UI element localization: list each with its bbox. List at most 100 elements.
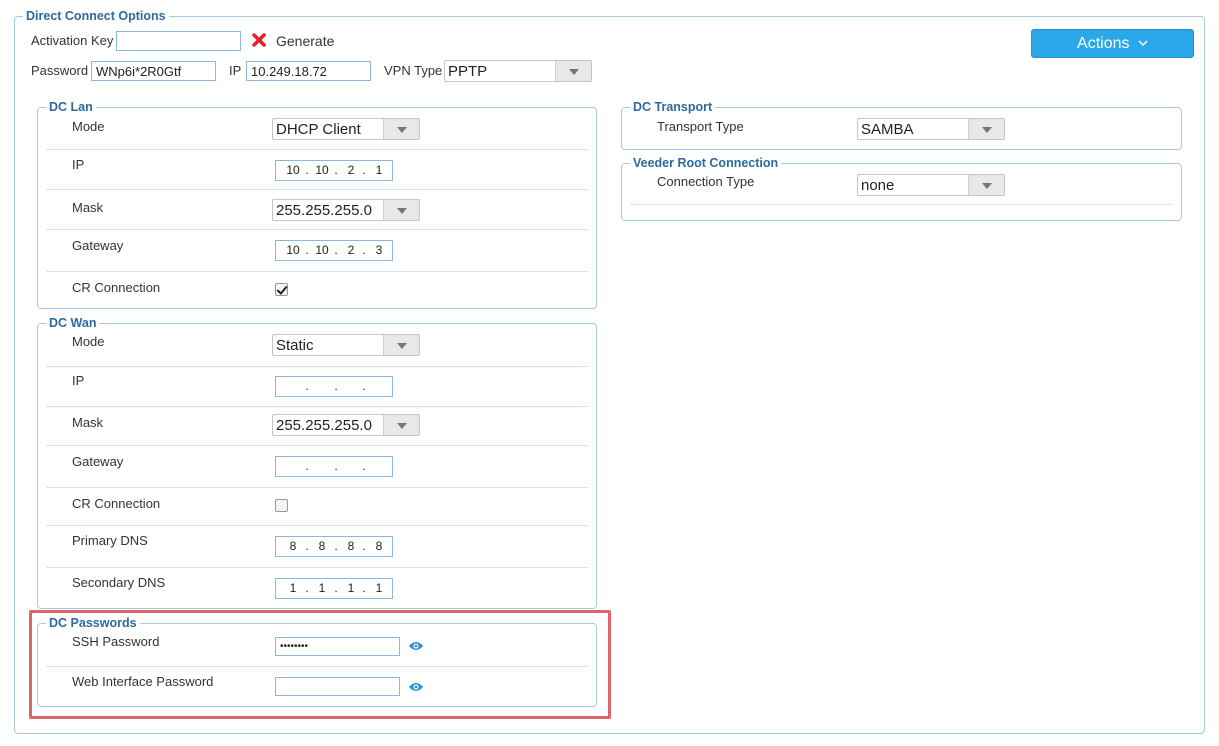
ip-octet: 1 <box>375 163 383 177</box>
dot: . <box>305 243 309 257</box>
generate-button[interactable]: Generate <box>276 33 334 49</box>
chevron-down-icon <box>383 119 419 139</box>
activation-key-input[interactable] <box>116 31 241 51</box>
lan-mask-value: 255.255.255.0 <box>276 202 372 219</box>
primary-dns-input[interactable]: 8 . 8 . 8 . 8 <box>275 536 393 557</box>
vpn-type-label: VPN Type <box>384 63 443 78</box>
wan-mask-select[interactable]: 255.255.255.0 <box>272 414 420 436</box>
dot: . <box>334 379 338 393</box>
activation-key-label: Activation Key <box>31 33 114 48</box>
dot: . <box>334 163 338 177</box>
dot: . <box>305 539 309 553</box>
dot: . <box>305 459 309 473</box>
wan-ip-input[interactable]: . . . <box>275 376 393 397</box>
dot: . <box>362 539 366 553</box>
divider <box>47 366 587 367</box>
wan-mode-select[interactable]: Static <box>272 334 420 356</box>
transport-type-label: Transport Type <box>657 119 744 134</box>
dot: . <box>305 379 309 393</box>
secondary-dns-input[interactable]: 1 . 1 . 1 . 1 <box>275 578 393 599</box>
connection-type-value: none <box>861 177 895 194</box>
dot: . <box>305 163 309 177</box>
dc-wan-title: DC Wan <box>49 316 97 330</box>
dot: . <box>362 379 366 393</box>
divider <box>47 271 587 272</box>
chevron-down-icon <box>383 335 419 355</box>
lan-mask-select[interactable]: 255.255.255.0 <box>272 199 420 221</box>
primary-dns-label: Primary DNS <box>72 533 148 548</box>
chevron-down-icon <box>555 61 591 81</box>
dot: . <box>362 581 366 595</box>
divider <box>47 445 587 446</box>
ip-octet: 8 <box>375 539 383 553</box>
divider <box>47 525 587 526</box>
chevron-down-icon <box>383 415 419 435</box>
chevron-down-icon <box>968 175 1004 195</box>
connection-type-select[interactable]: none <box>857 174 1005 196</box>
ip-octet: 1 <box>375 581 383 595</box>
dc-lan-title: DC Lan <box>49 100 93 114</box>
ip-octet: 10 <box>286 243 300 257</box>
wan-mask-value: 255.255.255.0 <box>276 417 372 434</box>
ip-label: IP <box>229 63 242 78</box>
vpn-type-value: PPTP <box>448 63 488 80</box>
lan-mask-label: Mask <box>72 200 104 215</box>
wan-cr-checkbox[interactable] <box>275 499 288 512</box>
transport-type-select[interactable]: SAMBA <box>857 118 1005 140</box>
actions-button[interactable]: Actions <box>1031 29 1194 58</box>
ip-octet: 10 <box>315 163 329 177</box>
password-field[interactable] <box>91 61 216 81</box>
divider <box>47 406 587 407</box>
lan-ip-input[interactable]: 10 . 10 . 2 . 1 <box>275 160 393 181</box>
dot: . <box>305 581 309 595</box>
ip-octet: 1 <box>289 581 297 595</box>
wan-mode-label: Mode <box>72 334 105 349</box>
dot: . <box>334 243 338 257</box>
ip-octet: 2 <box>347 243 355 257</box>
dot: . <box>362 459 366 473</box>
ip-octet: 8 <box>318 539 326 553</box>
wan-mode-value: Static <box>276 337 314 354</box>
dot: . <box>334 459 338 473</box>
lan-gateway-input[interactable]: 10 . 10 . 2 . 3 <box>275 240 393 261</box>
actions-label: Actions <box>1077 35 1130 52</box>
secondary-dns-label: Secondary DNS <box>72 575 166 590</box>
ip-octet: 1 <box>347 581 355 595</box>
dot: . <box>362 243 366 257</box>
chevron-down-icon <box>1138 40 1148 47</box>
wan-cr-label: CR Connection <box>72 496 161 511</box>
dot: . <box>334 581 338 595</box>
ip-field[interactable] <box>246 61 371 81</box>
veeder-root-title: Veeder Root Connection <box>633 156 779 170</box>
ip-octet: 8 <box>289 539 297 553</box>
transport-type-value: SAMBA <box>861 121 914 138</box>
ip-octet: 10 <box>286 163 300 177</box>
divider <box>47 229 587 230</box>
panel-title: Direct Connect Options <box>26 9 166 23</box>
wan-gateway-input[interactable]: . . . <box>275 456 393 477</box>
password-label: Password <box>31 63 89 78</box>
divider <box>47 189 587 190</box>
close-icon[interactable] <box>251 32 267 48</box>
connection-type-label: Connection Type <box>657 174 755 189</box>
wan-mask-label: Mask <box>72 415 104 430</box>
lan-cr-checkbox[interactable] <box>275 283 288 296</box>
wan-gateway-label: Gateway <box>72 454 124 469</box>
lan-mode-label: Mode <box>72 119 105 134</box>
wan-ip-label: IP <box>72 373 85 388</box>
ip-octet: 3 <box>375 243 383 257</box>
lan-mode-value: DHCP Client <box>276 121 361 138</box>
lan-ip-label: IP <box>72 157 85 172</box>
chevron-down-icon <box>968 119 1004 139</box>
dot: . <box>362 163 366 177</box>
highlight-box <box>29 610 611 719</box>
vpn-type-select[interactable]: PPTP <box>444 60 592 82</box>
divider <box>631 204 1171 205</box>
chevron-down-icon <box>383 200 419 220</box>
ip-octet: 8 <box>347 539 355 553</box>
lan-mode-select[interactable]: DHCP Client <box>272 118 420 140</box>
lan-cr-label: CR Connection <box>72 280 161 295</box>
ip-octet: 2 <box>347 163 355 177</box>
dc-transport-title: DC Transport <box>633 100 713 114</box>
ip-octet: 10 <box>315 243 329 257</box>
